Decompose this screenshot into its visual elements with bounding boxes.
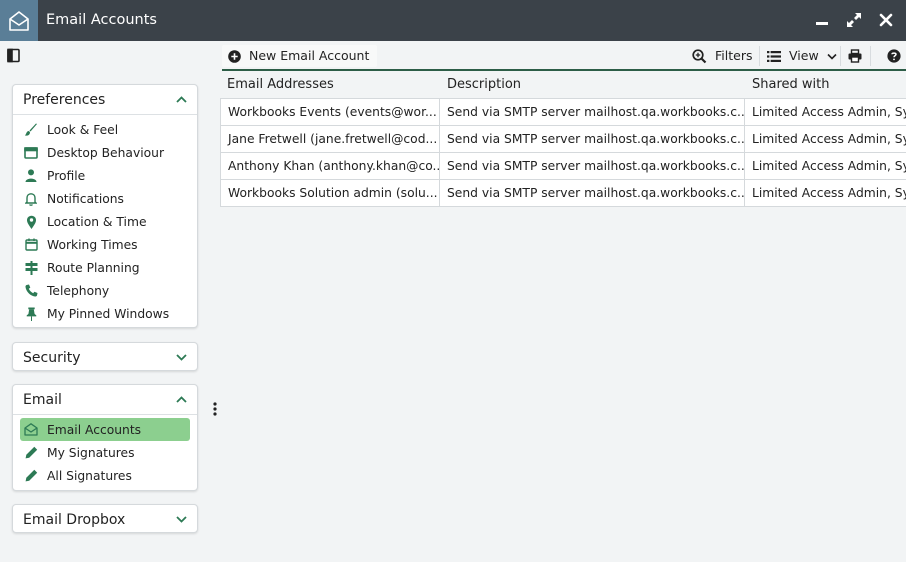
sidebar-item-label: Notifications xyxy=(47,191,124,206)
chevron-down-icon xyxy=(827,53,837,60)
signpost-icon xyxy=(24,260,38,275)
cell-email-address: Jane Fretwell (jane.fretwell@cod... xyxy=(221,126,440,152)
sidebar-item-email-accounts[interactable]: Email Accounts xyxy=(20,418,190,441)
sidebar-item-label: Route Planning xyxy=(47,260,140,275)
minimize-icon[interactable] xyxy=(812,10,832,30)
sidebar-item-label: Email Accounts xyxy=(47,422,142,437)
table-row[interactable]: Workbooks Events (events@wor... Send via… xyxy=(221,99,906,126)
sidebar-item-my-pinned-windows[interactable]: My Pinned Windows xyxy=(20,302,190,325)
toolbar-divider xyxy=(759,46,760,66)
chevron-up-icon xyxy=(176,396,187,403)
column-header-email-addresses[interactable]: Email Addresses xyxy=(227,77,334,92)
filters-button[interactable]: Filters xyxy=(692,45,752,67)
sidebar-item-label: Telephony xyxy=(47,283,110,298)
sidebar-item-label: Desktop Behaviour xyxy=(47,145,165,160)
map-pin-icon xyxy=(24,215,38,229)
cell-shared-with: Limited Access Admin, Sys xyxy=(752,105,906,119)
window-icon xyxy=(24,146,38,160)
sidebar-item-working-times[interactable]: Working Times xyxy=(20,233,190,256)
preferences-panel: Preferences Look & Feel Desktop Behaviou… xyxy=(12,84,198,328)
cell-email-address: Workbooks Solution admin (solu... xyxy=(221,180,440,206)
print-button[interactable] xyxy=(848,45,862,67)
title-bar: Email Accounts xyxy=(0,0,906,41)
table-row[interactable]: Workbooks Solution admin (solu... Send v… xyxy=(221,180,906,207)
pencil-icon xyxy=(24,469,38,483)
chevron-down-icon xyxy=(176,516,187,523)
column-header-description[interactable]: Description xyxy=(447,77,521,92)
user-icon xyxy=(24,169,38,183)
sidebar-item-notifications[interactable]: Notifications xyxy=(20,187,190,210)
pencil-icon xyxy=(24,446,38,460)
preferences-panel-title: Preferences xyxy=(23,91,106,108)
security-panel-title: Security xyxy=(23,349,81,366)
sidebar-item-label: My Pinned Windows xyxy=(47,306,170,321)
printer-icon xyxy=(848,49,862,63)
envelope-open-icon xyxy=(0,0,38,41)
email-dropbox-panel-title: Email Dropbox xyxy=(23,511,126,528)
envelope-open-icon xyxy=(24,423,38,437)
help-button[interactable] xyxy=(887,45,901,67)
email-panel-header[interactable]: Email xyxy=(13,385,197,414)
security-panel-header[interactable]: Security xyxy=(13,343,197,372)
maximize-icon[interactable] xyxy=(844,10,864,30)
sidebar-item-label: Working Times xyxy=(47,237,138,252)
sidebar-item-label: Location & Time xyxy=(47,214,147,229)
pin-icon xyxy=(24,307,38,321)
view-button[interactable]: View xyxy=(767,45,837,67)
close-icon[interactable] xyxy=(876,10,896,30)
security-panel: Security xyxy=(12,342,198,371)
grid-body: Workbooks Events (events@wor... Send via… xyxy=(220,98,906,207)
sidebar-toggle-icon[interactable] xyxy=(6,48,22,64)
table-row[interactable]: Jane Fretwell (jane.fretwell@cod... Send… xyxy=(221,126,906,153)
email-panel-title: Email xyxy=(23,391,62,408)
new-email-account-label: New Email Account xyxy=(249,48,370,63)
sidebar-item-location-and-time[interactable]: Location & Time xyxy=(20,210,190,233)
sidebar-item-profile[interactable]: Profile xyxy=(20,164,190,187)
table-row[interactable]: Anthony Khan (anthony.khan@co... Send vi… xyxy=(221,153,906,180)
window-title: Email Accounts xyxy=(46,12,157,28)
sidebar-item-label: Look & Feel xyxy=(47,122,119,137)
email-dropbox-panel: Email Dropbox xyxy=(12,504,198,533)
zoom-icon xyxy=(692,48,707,63)
cell-shared-with: Limited Access Admin, Sys xyxy=(752,186,906,200)
brush-icon xyxy=(24,123,38,137)
filters-label: Filters xyxy=(715,48,753,63)
view-label: View xyxy=(789,48,819,63)
email-panel: Email Email Accounts My Signatures All S… xyxy=(12,384,198,491)
resize-handle-icon[interactable] xyxy=(212,402,218,416)
toolbar-divider xyxy=(840,46,841,66)
list-icon xyxy=(767,50,781,62)
column-header-shared-with[interactable]: Shared with xyxy=(752,77,829,92)
sidebar-item-look-and-feel[interactable]: Look & Feel xyxy=(20,118,190,141)
phone-icon xyxy=(24,284,38,298)
cell-description: Send via SMTP server mailhost.qa.workboo… xyxy=(440,126,745,152)
sidebar-item-route-planning[interactable]: Route Planning xyxy=(20,256,190,279)
cell-description: Send via SMTP server mailhost.qa.workboo… xyxy=(440,99,745,125)
sidebar-item-label: My Signatures xyxy=(47,445,135,460)
bell-icon xyxy=(24,192,38,206)
help-icon xyxy=(887,49,901,63)
cell-email-address: Workbooks Events (events@wor... xyxy=(221,99,440,125)
preferences-panel-header[interactable]: Preferences xyxy=(13,85,197,114)
toolbar-divider xyxy=(870,46,871,66)
cell-shared-with: Limited Access Admin, Sys xyxy=(752,132,906,146)
chevron-up-icon xyxy=(176,96,187,103)
cell-shared-with: Limited Access Admin, Sys xyxy=(752,159,906,173)
sidebar-item-all-signatures[interactable]: All Signatures xyxy=(20,464,190,487)
sidebar-item-desktop-behaviour[interactable]: Desktop Behaviour xyxy=(20,141,190,164)
email-dropbox-panel-header[interactable]: Email Dropbox xyxy=(13,505,197,534)
new-email-account-button[interactable]: New Email Account xyxy=(222,45,378,67)
cell-description: Send via SMTP server mailhost.qa.workboo… xyxy=(440,180,745,206)
sidebar-item-label: All Signatures xyxy=(47,468,132,483)
plus-circle-icon xyxy=(228,49,241,63)
chevron-down-icon xyxy=(176,354,187,361)
sidebar-item-label: Profile xyxy=(47,168,86,183)
calendar-icon xyxy=(24,238,38,252)
cell-description: Send via SMTP server mailhost.qa.workboo… xyxy=(440,153,745,179)
grid-header: Email Addresses Description Shared with xyxy=(220,71,906,98)
sidebar-item-telephony[interactable]: Telephony xyxy=(20,279,190,302)
sidebar-item-my-signatures[interactable]: My Signatures xyxy=(20,441,190,464)
cell-email-address: Anthony Khan (anthony.khan@co... xyxy=(221,153,440,179)
email-accounts-grid: Email Addresses Description Shared with … xyxy=(220,71,906,207)
